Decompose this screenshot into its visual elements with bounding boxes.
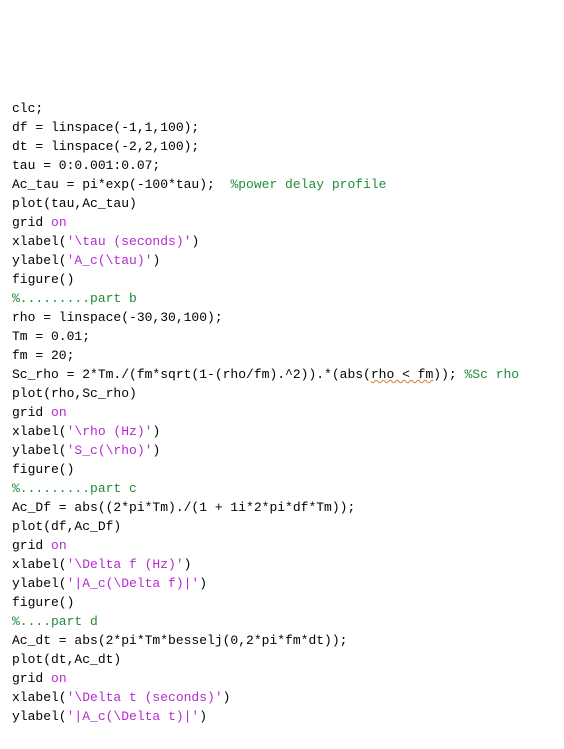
code-text: ): [184, 557, 192, 572]
code-text: ylabel(: [12, 253, 67, 268]
code-line: %....part d: [12, 612, 558, 631]
code-text: Ac_Df = abs((2*pi*Tm)./(1 + 1i*2*pi*df*T…: [12, 500, 355, 515]
code-text: clc;: [12, 101, 43, 116]
code-text: Ac_dt = abs(2*pi*Tm*besselj(0,2*pi*fm*dt…: [12, 633, 347, 648]
code-text: ): [152, 443, 160, 458]
code-text: grid: [12, 671, 51, 686]
code-text: ): [199, 576, 207, 591]
code-text: rho = linspace(-30,30,100);: [12, 310, 223, 325]
comment-text: %power delay profile: [230, 177, 386, 192]
code-line: figure(): [12, 270, 558, 289]
string-text: '|A_c(\Delta f)|': [67, 576, 200, 591]
code-line: plot(df,Ac_Df): [12, 517, 558, 536]
string-text: '\rho (Hz)': [67, 424, 153, 439]
code-text: ): [199, 709, 207, 724]
code-line: Ac_Df = abs((2*pi*Tm)./(1 + 1i*2*pi*df*T…: [12, 498, 558, 517]
code-lines: clc; df = linspace(-1,1,100); dt = linspac…: [12, 99, 558, 726]
code-text: plot(rho,Sc_rho): [12, 386, 137, 401]
code-text: plot(df,Ac_Df): [12, 519, 121, 534]
code-line: ylabel('S_c(\rho)'): [12, 441, 558, 460]
string-text: on: [51, 405, 67, 420]
code-text: ): [223, 690, 231, 705]
string-text: 'S_c(\rho)': [67, 443, 153, 458]
string-text: '\Delta f (Hz)': [67, 557, 184, 572]
code-line: %.........part b: [12, 289, 558, 308]
code-line: df = linspace(-1,1,100);: [12, 118, 558, 137]
comment-text: %.........part b: [12, 291, 137, 306]
comment-text: %Sc rho: [465, 367, 520, 382]
code-text: fm = 20;: [12, 348, 74, 363]
code-line: clc;: [12, 99, 558, 118]
code-line: Sc_rho = 2*Tm./(fm*sqrt(1-(rho/fm).^2)).…: [12, 365, 558, 384]
code-text: grid: [12, 405, 51, 420]
code-text: figure(): [12, 272, 74, 287]
string-text: '|A_c(\Delta t)|': [67, 709, 200, 724]
code-line: fm = 20;: [12, 346, 558, 365]
code-text: figure(): [12, 595, 74, 610]
code-line: figure(): [12, 593, 558, 612]
code-line: tau = 0:0.001:0.07;: [12, 156, 558, 175]
code-line: grid on: [12, 213, 558, 232]
code-text: plot(dt,Ac_dt): [12, 652, 121, 667]
code-text: xlabel(: [12, 424, 67, 439]
code-text: xlabel(: [12, 234, 67, 249]
string-text: 'A_c(\tau)': [67, 253, 153, 268]
code-line: plot(dt,Ac_dt): [12, 650, 558, 669]
code-text: ): [191, 234, 199, 249]
string-text: on: [51, 215, 67, 230]
code-text: xlabel(: [12, 557, 67, 572]
code-line: plot(tau,Ac_tau): [12, 194, 558, 213]
string-text: on: [51, 538, 67, 553]
code-line: %.........part c: [12, 479, 558, 498]
code-line: figure(): [12, 460, 558, 479]
code-line: xlabel('\Delta t (seconds)'): [12, 688, 558, 707]
string-text: on: [51, 671, 67, 686]
code-line: xlabel('\rho (Hz)'): [12, 422, 558, 441]
code-text: ): [152, 253, 160, 268]
code-line: Ac_tau = pi*exp(-100*tau); %power delay …: [12, 175, 558, 194]
code-text: Ac_tau = pi*exp(-100*tau);: [12, 177, 230, 192]
code-text: ylabel(: [12, 443, 67, 458]
code-text: ylabel(: [12, 709, 67, 724]
code-text: ));: [433, 367, 464, 382]
code-text: ylabel(: [12, 576, 67, 591]
code-editor: ~~~~~~~ clc; df = linspace(-1,1,100); dt =…: [0, 0, 564, 749]
squiggle-hint: ~~~~~~~: [12, 42, 558, 61]
string-text: '\tau (seconds)': [67, 234, 192, 249]
code-text: grid: [12, 538, 51, 553]
code-line: Tm = 0.01;: [12, 327, 558, 346]
code-line: grid on: [12, 669, 558, 688]
code-line: rho = linspace(-30,30,100);: [12, 308, 558, 327]
code-line: ylabel('A_c(\tau)'): [12, 251, 558, 270]
code-line: xlabel('\tau (seconds)'): [12, 232, 558, 251]
code-line: dt = linspace(-2,2,100);: [12, 137, 558, 156]
code-text: grid: [12, 215, 51, 230]
code-text: ): [152, 424, 160, 439]
code-line: grid on: [12, 403, 558, 422]
code-line: xlabel('\Delta f (Hz)'): [12, 555, 558, 574]
code-line: Ac_dt = abs(2*pi*Tm*besselj(0,2*pi*fm*dt…: [12, 631, 558, 650]
code-text: plot(tau,Ac_tau): [12, 196, 137, 211]
string-text: '\Delta t (seconds)': [67, 690, 223, 705]
comment-text: %.........part c: [12, 481, 137, 496]
code-line: grid on: [12, 536, 558, 555]
code-line: ylabel('|A_c(\Delta t)|'): [12, 707, 558, 726]
code-line: ylabel('|A_c(\Delta f)|'): [12, 574, 558, 593]
code-text: Tm = 0.01;: [12, 329, 90, 344]
code-text: tau = 0:0.001:0.07;: [12, 158, 160, 173]
code-text: figure(): [12, 462, 74, 477]
code-text: dt = linspace(-2,2,100);: [12, 139, 199, 154]
code-line: plot(rho,Sc_rho): [12, 384, 558, 403]
code-text: Sc_rho = 2*Tm./(fm*sqrt(1-(rho/fm).^2)).…: [12, 367, 371, 382]
code-text: xlabel(: [12, 690, 67, 705]
code-text: df = linspace(-1,1,100);: [12, 120, 199, 135]
code-text: rho < fm: [371, 367, 433, 382]
